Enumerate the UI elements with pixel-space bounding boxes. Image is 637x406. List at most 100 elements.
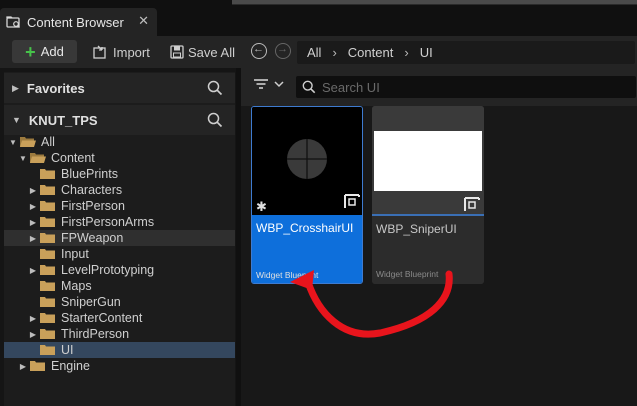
asset-type: Widget Blueprint	[376, 269, 439, 279]
tree-item-label: SniperGun	[61, 295, 121, 309]
tree-item-engine[interactable]: ▶ Engine	[4, 358, 235, 374]
sources-panel: ▶ Favorites ▼ KNUT_TPS ▼ All ▼ Content B…	[4, 72, 235, 406]
tree-item-characters[interactable]: ▶ Characters	[4, 182, 235, 198]
unsaved-marker-icon: ✱	[256, 199, 267, 214]
folder-icon	[30, 360, 46, 372]
breadcrumb: All › Content › UI	[297, 41, 635, 64]
save-all-button[interactable]: Save All	[170, 43, 235, 61]
tree-item-content[interactable]: ▼ Content	[4, 150, 235, 166]
breadcrumb-item-ui[interactable]: UI	[420, 45, 433, 60]
filter-bar	[241, 68, 637, 106]
tree-item-label: Engine	[51, 359, 90, 373]
asset-thumbnail	[372, 106, 484, 214]
import-button[interactable]: Import	[93, 43, 150, 61]
folder-icon	[40, 200, 56, 212]
asset-type: Widget Blueprint	[256, 270, 319, 280]
search-icon	[302, 80, 316, 94]
expand-arrow-icon: ▶	[12, 82, 19, 93]
window-top-strip: Content Browser ✕	[0, 0, 637, 36]
expand-arrow-icon[interactable]: ▶	[18, 362, 28, 371]
open-folder-icon	[30, 152, 46, 164]
content-browser-tab[interactable]: Content Browser ✕	[0, 8, 157, 36]
tree-item-levelprototyping[interactable]: ▶ LevelPrototyping	[4, 262, 235, 278]
tree-item-thirdperson[interactable]: ▶ ThirdPerson	[4, 326, 235, 342]
favorites-label: Favorites	[26, 80, 85, 96]
breadcrumb-item-all[interactable]: All	[307, 45, 321, 60]
import-button-label: Import	[113, 44, 150, 60]
tree-item-snipergun[interactable]: SniperGun	[4, 294, 235, 310]
folder-icon	[40, 232, 56, 244]
asset-tile-crosshair[interactable]: ✱ WBP_CrosshairUI Widget Blueprint	[251, 106, 363, 284]
folder-icon	[40, 168, 56, 180]
collapse-arrow-icon[interactable]: ▼	[18, 154, 28, 163]
filter-icon	[254, 79, 268, 89]
open-folder-icon	[20, 136, 36, 148]
search-icon[interactable]	[207, 112, 223, 128]
tree-item-label: FPWeapon	[61, 231, 124, 245]
tree-item-fpweapon[interactable]: ▶ FPWeapon	[4, 230, 235, 246]
crosshair-icon	[287, 139, 360, 208]
asset-info: WBP_CrosshairUI Widget Blueprint	[252, 215, 362, 283]
expand-arrow-icon[interactable]: ▶	[28, 330, 38, 339]
tree-item-label: Input	[61, 247, 89, 261]
save-icon	[170, 45, 184, 59]
folder-icon	[40, 248, 56, 260]
expand-arrow-icon[interactable]: ▶	[28, 186, 38, 195]
expand-arrow-icon[interactable]: ▶	[28, 234, 38, 243]
asset-thumbnail: ✱	[252, 107, 362, 215]
tree-item-firstpersonarms[interactable]: ▶ FirstPersonArms	[4, 214, 235, 230]
asset-name: WBP_CrosshairUI	[256, 221, 354, 235]
search-input[interactable]	[322, 79, 622, 95]
project-label: KNUT_TPS	[28, 112, 98, 128]
tab-title: Content Browser	[27, 14, 124, 30]
favorites-header[interactable]: ▶ Favorites	[4, 73, 235, 103]
content-browser-icon	[6, 16, 20, 28]
tree-item-maps[interactable]: Maps	[4, 278, 235, 294]
arrow-right-circle-icon[interactable]: →	[275, 43, 291, 59]
tree-item-ui[interactable]: UI	[4, 342, 235, 358]
tree-item-startercontent[interactable]: ▶ StarterContent	[4, 310, 235, 326]
search-field[interactable]	[296, 76, 636, 98]
search-icon[interactable]	[207, 80, 223, 96]
add-button[interactable]: + Add	[12, 40, 77, 63]
filter-button[interactable]	[253, 78, 285, 90]
tree-item-firstperson[interactable]: ▶ FirstPerson	[4, 198, 235, 214]
arrow-left-circle-icon[interactable]: ←	[251, 43, 267, 59]
plus-icon: +	[25, 41, 36, 62]
folder-icon	[40, 216, 56, 228]
expand-arrow-icon[interactable]: ▶	[28, 266, 38, 275]
tree-item-all[interactable]: ▼ All	[4, 134, 235, 150]
tree-item-label: Content	[51, 151, 95, 165]
collapse-arrow-icon[interactable]: ▼	[8, 138, 18, 147]
asset-tile-sniper[interactable]: WBP_SniperUI Widget Blueprint	[372, 106, 484, 284]
chevron-down-icon	[274, 81, 284, 88]
expand-arrow-icon[interactable]: ▶	[28, 218, 38, 227]
tree-item-label: Characters	[61, 183, 123, 197]
tree-item-label: Maps	[61, 279, 92, 293]
breadcrumb-item-content[interactable]: Content	[348, 45, 394, 60]
folder-icon	[40, 296, 56, 308]
tree-item-label: ThirdPerson	[61, 327, 130, 341]
close-icon[interactable]: ✕	[138, 13, 149, 29]
folder-icon	[40, 328, 56, 340]
viewport-edge	[232, 0, 637, 5]
tree-item-label: UI	[61, 343, 74, 357]
expand-arrow-icon[interactable]: ▶	[28, 314, 38, 323]
folder-icon	[40, 312, 56, 324]
expand-arrow-icon[interactable]: ▶	[28, 202, 38, 211]
add-button-label: Add	[40, 44, 64, 59]
breadcrumb-separator[interactable]: ›	[332, 45, 336, 60]
import-icon	[93, 45, 106, 59]
tree-item-input[interactable]: Input	[4, 246, 235, 262]
asset-grid: ✱ WBP_CrosshairUI Widget Blueprint WBP_S…	[241, 106, 637, 406]
tree-item-label: All	[41, 135, 55, 149]
asset-info: WBP_SniperUI Widget Blueprint	[372, 214, 484, 284]
project-header[interactable]: ▼ KNUT_TPS	[4, 105, 235, 135]
breadcrumb-separator[interactable]: ›	[404, 45, 408, 60]
save-all-button-label: Save All	[188, 44, 235, 60]
folder-icon	[40, 280, 56, 292]
collapse-arrow-icon: ▼	[12, 115, 21, 125]
tree-item-blueprints[interactable]: BluePrints	[4, 166, 235, 182]
sniper-ui-preview	[372, 106, 484, 214]
tree-item-label: FirstPerson	[61, 199, 125, 213]
